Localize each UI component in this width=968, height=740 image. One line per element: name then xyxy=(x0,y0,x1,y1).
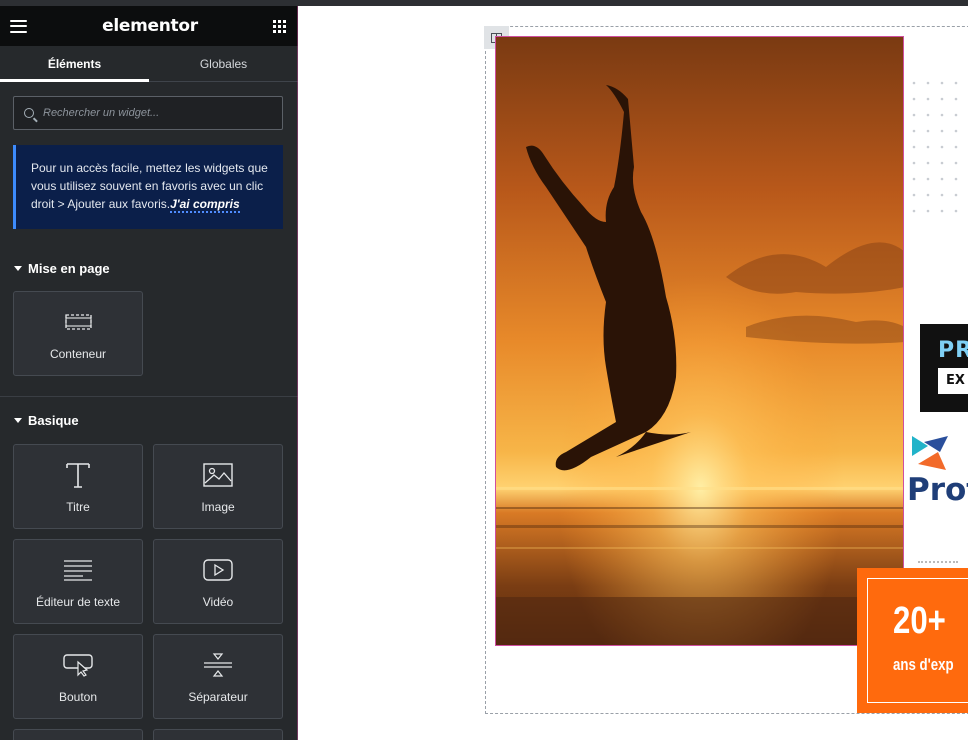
widget-label: Bouton xyxy=(58,689,98,704)
widget-video[interactable]: Vidéo xyxy=(153,539,283,624)
badge-label: EX xyxy=(946,373,965,388)
more-widgets-row xyxy=(13,729,298,740)
favorites-notice: Pour un accès facile, mettez les widgets… xyxy=(13,145,283,229)
widget-search[interactable] xyxy=(13,96,283,130)
widget-partial[interactable] xyxy=(153,729,283,740)
widget-divider[interactable]: Séparateur xyxy=(153,634,283,719)
elementor-logo: elementor xyxy=(102,16,198,36)
sunset-jump-photo[interactable] xyxy=(495,36,904,646)
section-divider xyxy=(0,396,298,397)
widget-label: Conteneur xyxy=(49,346,107,361)
video-icon xyxy=(203,555,233,585)
search-input[interactable] xyxy=(43,107,272,119)
widget-heading[interactable]: Titre xyxy=(13,444,143,529)
experience-label: ans d'exp xyxy=(893,655,954,674)
badge-label-box: EX xyxy=(938,368,968,394)
widget-text-editor[interactable]: Éditeur de texte xyxy=(13,539,143,624)
experience-value: 20+ xyxy=(893,600,946,642)
caret-down-icon xyxy=(14,266,22,271)
experience-card[interactable]: 20+ ans d'exp xyxy=(857,568,968,713)
layout-widgets: Conteneur xyxy=(13,291,298,376)
partial-divider xyxy=(918,561,958,564)
widget-partial[interactable] xyxy=(13,729,143,740)
widget-label: Séparateur xyxy=(188,689,248,704)
hamburger-menu-icon[interactable] xyxy=(10,19,27,33)
elementor-sidebar: elementor Éléments Globales Pour un accè… xyxy=(0,6,298,740)
tab-globals[interactable]: Globales xyxy=(149,46,298,81)
panel-tabs: Éléments Globales xyxy=(0,46,298,82)
widget-label: Vidéo xyxy=(202,594,234,609)
widget-label: Image xyxy=(201,499,235,514)
basic-widgets: Titre Image Éditeur de texte Vidéo Bouto… xyxy=(13,444,298,719)
editor-canvas[interactable]: PR EX Prot 20+ ans d'exp xyxy=(298,6,968,740)
section-basic-title: Basique xyxy=(28,413,79,428)
divider-icon xyxy=(203,650,233,680)
promo-badge[interactable]: PR EX xyxy=(920,324,968,412)
heading-icon xyxy=(64,460,92,490)
container-icon xyxy=(64,307,92,337)
sidebar-header: elementor xyxy=(0,6,298,46)
section-basic-toggle[interactable]: Basique xyxy=(14,413,298,428)
image-icon xyxy=(203,460,233,490)
widget-label: Éditeur de texte xyxy=(35,594,121,609)
decorative-dots xyxy=(912,81,958,213)
caret-down-icon xyxy=(14,418,22,423)
widget-image[interactable]: Image xyxy=(153,444,283,529)
widget-container[interactable]: Conteneur xyxy=(13,291,143,376)
grid-apps-icon[interactable] xyxy=(272,19,286,33)
section-layout-title: Mise en page xyxy=(28,261,110,276)
badge-title: PR xyxy=(938,338,968,363)
button-icon xyxy=(63,650,93,680)
search-icon xyxy=(24,108,34,118)
brand-logo-icon xyxy=(912,436,948,470)
brand-name: Prot xyxy=(907,472,968,508)
notice-dismiss-link[interactable]: J'ai compris xyxy=(170,197,240,213)
widget-button[interactable]: Bouton xyxy=(13,634,143,719)
tab-elements[interactable]: Éléments xyxy=(0,46,149,82)
widget-label: Titre xyxy=(66,499,90,514)
text-editor-icon xyxy=(63,555,93,585)
section-layout-toggle[interactable]: Mise en page xyxy=(14,261,298,276)
